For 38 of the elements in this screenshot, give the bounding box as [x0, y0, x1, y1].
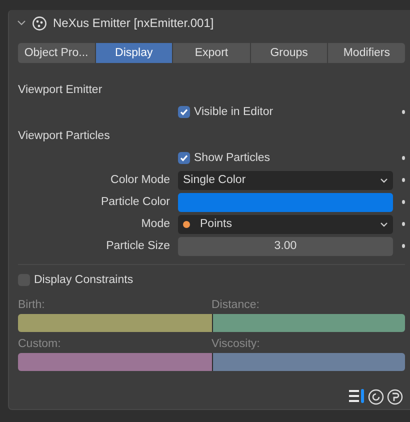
checkbox-label: Display Constraints — [34, 274, 134, 286]
field-label: Mode — [140, 218, 171, 230]
dot-icon — [402, 110, 405, 114]
dot-icon — [402, 156, 405, 160]
checkbox-label: Visible in Editor — [194, 106, 274, 118]
tab[interactable]: Display — [96, 43, 172, 63]
checkbox[interactable] — [178, 106, 190, 118]
dot-icon — [402, 222, 405, 226]
dropdown[interactable]: Points — [178, 214, 393, 234]
field-label: Particle Color — [100, 196, 171, 208]
color-field[interactable] — [178, 192, 393, 212]
refresh-icon[interactable] — [368, 389, 384, 405]
checkbox[interactable] — [178, 152, 190, 164]
number-field[interactable]: 3.00 — [178, 236, 393, 256]
list-icon[interactable] — [349, 389, 365, 403]
dropdown[interactable]: Single Color — [178, 170, 393, 190]
dot-icon — [402, 244, 405, 248]
chevron-down-icon — [380, 178, 388, 182]
field-label: Color Mode — [110, 174, 171, 186]
tab[interactable]: Modifiers — [328, 43, 405, 63]
constraint-label: Viscosity: — [212, 337, 261, 352]
dot-icon — [402, 200, 405, 204]
constraint-label: Distance: — [212, 298, 260, 313]
panel-title: NeXus Emitter [nxEmitter.001] — [53, 16, 214, 30]
chevron-down-icon — [380, 222, 388, 226]
section-title: Viewport Emitter — [18, 83, 104, 98]
dot-icon — [402, 178, 405, 182]
tab[interactable]: Object Pro... — [18, 43, 95, 63]
field-label: Particle Size — [105, 240, 171, 252]
help-icon[interactable] — [387, 389, 403, 405]
checkbox-label: Show Particles — [194, 152, 270, 164]
constraint-label: Birth: — [18, 298, 46, 313]
tab[interactable]: Export — [173, 43, 250, 63]
tab[interactable]: Groups — [250, 43, 328, 63]
chevron-down-icon[interactable] — [17, 20, 26, 26]
section-title: Viewport Particles — [18, 129, 111, 144]
constraint-label: Custom: — [18, 337, 62, 352]
particles-icon — [32, 16, 47, 30]
